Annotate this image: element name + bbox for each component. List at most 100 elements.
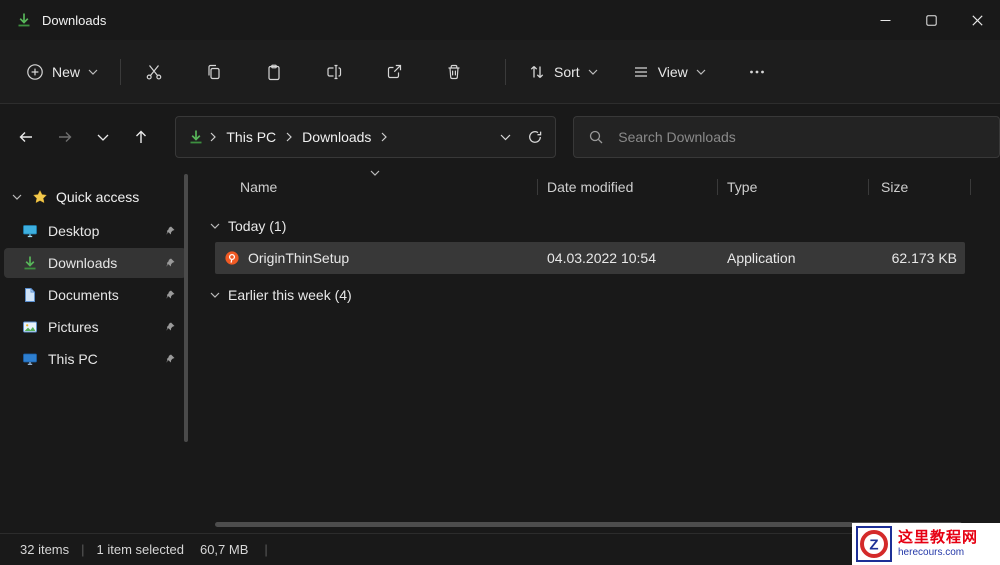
- pin-icon: [164, 257, 176, 269]
- download-icon: [16, 12, 32, 28]
- group-header-earlier-this-week[interactable]: Earlier this week (4): [210, 283, 352, 307]
- file-row-originthinsetup[interactable]: OriginThinSetup 04.03.2022 10:54 Applica…: [215, 242, 965, 274]
- delete-button[interactable]: [433, 53, 475, 91]
- close-button[interactable]: [954, 0, 1000, 40]
- titlebar[interactable]: Downloads: [0, 0, 1000, 40]
- chevron-down-icon[interactable]: [12, 194, 22, 200]
- window-controls: [862, 0, 1000, 40]
- origin-app-icon: [224, 250, 240, 266]
- chevron-down-icon: [210, 292, 220, 298]
- back-button[interactable]: [10, 120, 42, 154]
- group-label: Earlier this week (4): [228, 287, 352, 303]
- minimize-icon: [880, 15, 891, 26]
- sidebar-scrollbar[interactable]: [184, 174, 188, 442]
- chevron-right-icon[interactable]: [286, 132, 293, 142]
- recent-locations-button[interactable]: [87, 120, 119, 154]
- horizontal-scrollbar[interactable]: [215, 522, 962, 527]
- back-arrow-icon: [17, 128, 35, 146]
- view-button[interactable]: View: [622, 54, 716, 90]
- pin-icon: [164, 321, 176, 333]
- chevron-down-icon: [588, 69, 598, 75]
- new-button-label: New: [52, 63, 81, 80]
- sidebar-item-label: Pictures: [48, 319, 99, 335]
- chevron-right-icon[interactable]: [381, 132, 388, 142]
- rename-button[interactable]: [313, 53, 355, 91]
- sort-indicator-chevron-icon: [370, 170, 380, 176]
- sort-button-label: Sort: [554, 63, 580, 80]
- sidebar-item-downloads[interactable]: Downloads: [4, 248, 186, 278]
- watermark-text: 这里教程网 herecours.com: [898, 530, 978, 558]
- column-separator[interactable]: [868, 179, 869, 195]
- column-header-type[interactable]: Type: [727, 174, 757, 200]
- share-button[interactable]: [373, 53, 415, 91]
- file-size: 62.173 KB: [891, 250, 957, 266]
- sidebar-item-pictures[interactable]: Pictures: [4, 312, 186, 342]
- address-bar[interactable]: This PC Downloads: [175, 116, 557, 158]
- up-arrow-icon: [132, 128, 150, 146]
- sidebar-item-desktop[interactable]: Desktop: [4, 216, 186, 246]
- desktop-icon: [22, 223, 38, 239]
- sidebar-item-label: This PC: [48, 351, 98, 367]
- navigation-bar: This PC Downloads: [0, 104, 1000, 170]
- chevron-down-icon: [97, 134, 109, 141]
- column-separator[interactable]: [537, 179, 538, 195]
- command-bar: New Sort View: [0, 40, 1000, 104]
- window-title: Downloads: [42, 12, 107, 28]
- breadcrumb-this-pc[interactable]: This PC: [222, 127, 280, 147]
- sort-button[interactable]: Sort: [518, 54, 608, 90]
- group-header-today[interactable]: Today (1): [210, 214, 286, 238]
- sidebar-item-label: Downloads: [48, 255, 118, 271]
- file-date-modified: 04.03.2022 10:54: [547, 250, 656, 266]
- file-name: OriginThinSetup: [248, 250, 350, 266]
- sidebar-item-quick-access[interactable]: Quick access: [0, 182, 192, 212]
- cut-button[interactable]: [133, 53, 175, 91]
- refresh-icon[interactable]: [527, 129, 543, 145]
- selection-count: 1 item selected: [96, 542, 184, 557]
- forward-button[interactable]: [48, 120, 80, 154]
- minimize-button[interactable]: [862, 0, 908, 40]
- column-separator[interactable]: [970, 179, 971, 195]
- up-button[interactable]: [125, 120, 157, 154]
- maximize-icon: [925, 14, 937, 26]
- sidebar-item-label: Quick access: [56, 189, 140, 205]
- sidebar-item-label: Documents: [48, 287, 119, 303]
- watermark-logo: Z: [856, 526, 892, 562]
- sidebar-item-this-pc[interactable]: This PC: [4, 344, 186, 374]
- file-explorer-window: Downloads New Sort View This PC Download…: [0, 0, 1000, 565]
- chevron-down-icon: [88, 69, 98, 75]
- rename-icon: [325, 63, 343, 81]
- ellipsis-icon: [748, 63, 766, 81]
- download-icon: [188, 129, 204, 145]
- chevron-down-icon: [210, 223, 220, 229]
- maximize-button[interactable]: [908, 0, 954, 40]
- pin-icon: [164, 225, 176, 237]
- documents-icon: [22, 287, 38, 303]
- search-input[interactable]: [616, 128, 985, 146]
- column-header-size[interactable]: Size: [881, 174, 908, 200]
- pin-icon: [164, 353, 176, 365]
- watermark: Z 这里教程网 herecours.com: [852, 523, 1000, 565]
- item-count: 32 items: [20, 542, 70, 557]
- column-header-date-modified[interactable]: Date modified: [547, 174, 633, 200]
- column-separator[interactable]: [717, 179, 718, 195]
- delete-icon: [445, 63, 463, 81]
- sidebar-item-documents[interactable]: Documents: [4, 280, 186, 310]
- search-box[interactable]: [573, 116, 1000, 158]
- pin-icon: [164, 289, 176, 301]
- selection-size: 60,7 MB: [199, 542, 249, 557]
- cut-icon: [145, 63, 163, 81]
- column-headers: Name Date modified Type Size: [200, 170, 1000, 200]
- chevron-right-icon[interactable]: [210, 132, 217, 142]
- column-header-name[interactable]: Name: [240, 174, 277, 200]
- copy-button[interactable]: [193, 53, 235, 91]
- paste-icon: [265, 63, 283, 81]
- more-options-button[interactable]: [736, 53, 778, 91]
- new-button[interactable]: New: [16, 54, 108, 90]
- address-dropdown-chevron-icon[interactable]: [500, 134, 511, 141]
- breadcrumb-downloads[interactable]: Downloads: [298, 127, 375, 147]
- toolbar-separator: [505, 58, 507, 85]
- sort-icon: [528, 63, 546, 81]
- paste-button[interactable]: [253, 53, 295, 91]
- toolbar-separator: [120, 58, 122, 85]
- view-icon: [632, 63, 650, 81]
